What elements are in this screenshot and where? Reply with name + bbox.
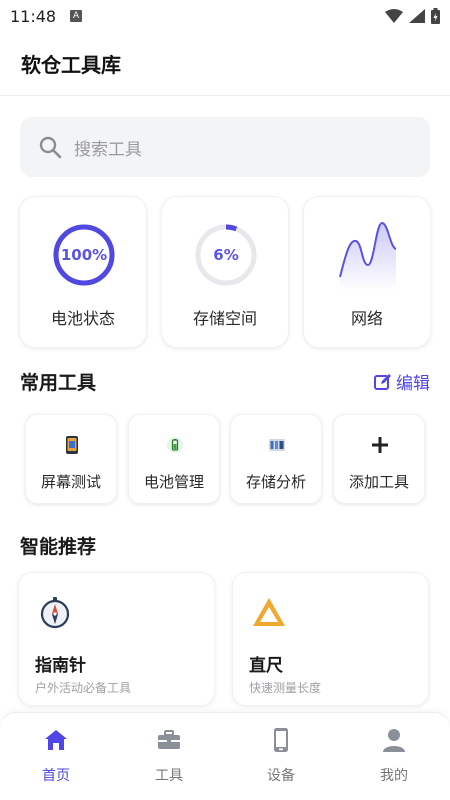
- battery-icon: [167, 437, 183, 453]
- network-wave-icon: [339, 221, 397, 291]
- toolbox-icon: [158, 730, 180, 749]
- page-title: 软仓工具库: [21, 53, 121, 77]
- recommend-item-title: 指南针: [35, 656, 86, 676]
- search-icon: [39, 136, 62, 159]
- nav-label: 首页: [42, 768, 70, 784]
- nav-profile[interactable]: 我的: [338, 727, 450, 791]
- app-header: 软仓工具库: [0, 32, 450, 96]
- tool-battery-manage[interactable]: 电池管理: [128, 414, 220, 504]
- user-icon: [383, 729, 405, 752]
- nav-home[interactable]: 首页: [0, 727, 112, 791]
- status-icons: [385, 8, 440, 24]
- compass-icon: [40, 597, 70, 629]
- recommend-title: 智能推荐: [20, 536, 97, 558]
- edit-icon: [374, 373, 391, 390]
- tool-label: 添加工具: [348, 473, 409, 491]
- recommend-compass-card[interactable]: 指南针 户外活动必备工具: [18, 572, 215, 706]
- storage-card[interactable]: 6% 存储空间: [161, 196, 289, 348]
- nav-label: 工具: [155, 768, 183, 784]
- recommend-ruler-card[interactable]: 直尺 快速测量长度: [232, 572, 429, 706]
- battery-status-label: 电池状态: [50, 309, 115, 328]
- tool-label: 电池管理: [143, 473, 204, 491]
- tool-add[interactable]: 添加工具: [333, 414, 425, 504]
- device-icon: [274, 728, 288, 752]
- status-time: 11:48: [10, 6, 57, 26]
- storage-ring: 6%: [194, 223, 258, 287]
- phone-screen-icon: [66, 436, 78, 454]
- tool-screen-test[interactable]: 屏幕测试: [25, 414, 117, 504]
- storage-label: 存储空间: [192, 309, 257, 328]
- bottom-navigation: 首页 工具 设备 我的: [0, 712, 450, 800]
- battery-status-card[interactable]: 100% 电池状态: [19, 196, 147, 348]
- network-card[interactable]: 网络: [303, 196, 431, 348]
- wifi-icon: [385, 9, 403, 23]
- tool-label: 屏幕测试: [40, 473, 101, 491]
- network-label: 网络: [350, 309, 383, 328]
- recommend-item-title: 直尺: [249, 656, 283, 676]
- battery-percent: 100%: [60, 246, 108, 264]
- nav-device[interactable]: 设备: [225, 727, 337, 791]
- plus-icon: [372, 437, 388, 453]
- search-input[interactable]: 搜索工具: [20, 117, 430, 177]
- home-icon: [45, 730, 67, 750]
- edit-button[interactable]: 编辑: [374, 369, 430, 394]
- tool-storage-analysis[interactable]: 存储分析: [230, 414, 322, 504]
- notification-icon: A: [70, 10, 83, 22]
- tool-label: 存储分析: [245, 473, 306, 491]
- recommend-item-subtitle: 快速测量长度: [249, 681, 322, 695]
- search-placeholder: 搜索工具: [74, 139, 142, 160]
- edit-label: 编辑: [396, 374, 430, 394]
- signal-icon: [409, 9, 425, 23]
- nav-tools[interactable]: 工具: [113, 727, 225, 791]
- nav-label: 我的: [380, 768, 408, 784]
- storage-percent: 6%: [213, 246, 239, 264]
- status-bar: 11:48 A: [0, 0, 450, 32]
- battery-ring: 100%: [52, 223, 116, 287]
- nav-label: 设备: [267, 768, 295, 784]
- storage-icon: [269, 439, 285, 451]
- ruler-icon: [253, 598, 285, 626]
- battery-status-icon: [431, 8, 440, 24]
- common-tools-title: 常用工具: [20, 372, 97, 394]
- recommend-item-subtitle: 户外活动必备工具: [35, 681, 132, 695]
